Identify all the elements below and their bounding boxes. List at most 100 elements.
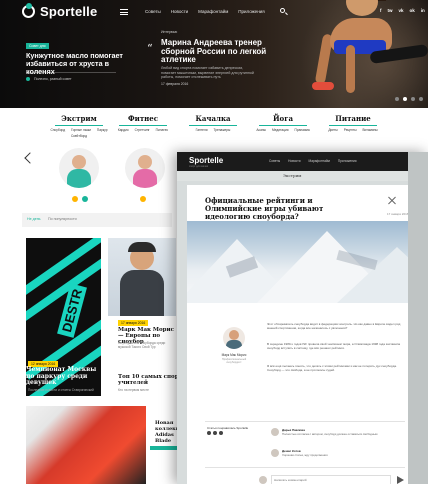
- facebook-icon[interactable]: f: [380, 8, 382, 13]
- category-sub-link[interactable]: Стретчинг: [135, 128, 150, 132]
- person-body: [133, 169, 157, 188]
- category-sub-link[interactable]: Тренажеры: [213, 128, 230, 132]
- news-text: За результаты сноуборда среди мужской Та…: [118, 341, 166, 349]
- nav-item-tips[interactable]: Советы: [269, 159, 280, 163]
- category-gym[interactable]: Качалка Гантели Тренажеры: [178, 114, 248, 132]
- slider-dot[interactable]: [419, 97, 423, 101]
- category-nutrition[interactable]: Питание Диеты Рецепты Витамины: [318, 114, 388, 132]
- category-image-fitness[interactable]: [125, 148, 165, 188]
- athlete-shoe: [312, 82, 334, 90]
- side-story-link[interactable]: Полезно, разный совет: [34, 77, 72, 81]
- category-sub-link[interactable]: Медитация: [272, 128, 289, 132]
- category-sub-link[interactable]: Диеты: [328, 128, 337, 132]
- menu-icon[interactable]: [120, 9, 128, 15]
- nav-item-marathon[interactable]: Марафонтайм: [198, 9, 228, 14]
- person-head: [138, 155, 152, 169]
- category-subs: Кардио Стретчинг Пилатес: [108, 128, 178, 132]
- social-links: f tw vk ok in: [380, 8, 425, 13]
- send-icon[interactable]: [397, 476, 404, 484]
- category-sub-link[interactable]: Пранаяма: [295, 128, 310, 132]
- page: Sportelle Советы Новости Марафонтайм При…: [0, 0, 428, 484]
- category-title: Питание: [335, 114, 371, 123]
- category-fitness[interactable]: Фитнес Кардио Стретчинг Пилатес: [108, 114, 178, 132]
- category-sub-link[interactable]: Сноуборд: [50, 128, 65, 132]
- facebook-icon[interactable]: [213, 431, 217, 435]
- category-subs: Асаны Медитация Пранаяма: [248, 128, 318, 132]
- vk-icon[interactable]: vk: [399, 8, 404, 13]
- hero-text: Любой вид спорта помогает избавить депре…: [161, 66, 254, 80]
- like-icon[interactable]: [140, 196, 146, 202]
- article-window: Sportelle спорт для жизни Советы Новости…: [177, 152, 428, 484]
- category-sub-link[interactable]: Скейтборд: [71, 134, 87, 138]
- author-name[interactable]: Марк Мак Морис: [217, 353, 251, 357]
- category-sub-link[interactable]: Пилатес: [156, 128, 168, 132]
- category-title: Фитнес: [127, 114, 158, 123]
- category-sub-link[interactable]: Горные лыжи: [71, 128, 91, 132]
- main-nav: Советы Новости Марафонтайм Приложения: [269, 159, 357, 163]
- news-title[interactable]: Топ 10 самых спор учителей: [118, 374, 180, 386]
- bulb-icon: [26, 77, 30, 81]
- search-icon[interactable]: [280, 8, 285, 13]
- sort-tabs: Не день По популярности: [22, 213, 172, 227]
- nav-item-tips[interactable]: Советы: [145, 9, 161, 14]
- athlete-arm: [346, 45, 355, 93]
- avatar[interactable]: [271, 428, 279, 436]
- slider-dot[interactable]: [411, 97, 415, 101]
- category-image-extreme[interactable]: [59, 148, 99, 188]
- category-sub-link[interactable]: Рецепты: [344, 128, 357, 132]
- logo[interactable]: Sportelle: [40, 4, 97, 19]
- category-sub-link[interactable]: Кардио: [118, 128, 129, 132]
- tab-popular[interactable]: По популярности: [48, 217, 77, 221]
- category-yoga[interactable]: Йога Асаны Медитация Пранаяма: [248, 114, 318, 132]
- logo-icon[interactable]: [22, 3, 35, 18]
- like-icon[interactable]: [72, 196, 78, 202]
- main-nav: Советы Новости Марафонтайм Приложения: [145, 9, 265, 14]
- divider: [205, 467, 405, 468]
- news-photo-snowboarder[interactable]: [108, 238, 176, 316]
- nav-item-news[interactable]: Новости: [288, 159, 300, 163]
- avatar[interactable]: [223, 327, 245, 349]
- divider: [119, 125, 167, 126]
- twitter-icon[interactable]: [219, 431, 223, 435]
- avatar[interactable]: [271, 449, 279, 457]
- category-subs: Сноуборд Горные лыжи Паркур Скейтборд: [44, 128, 114, 138]
- article-title: Официальные рейтинги и Олимпийские игры …: [205, 196, 324, 221]
- category-sub-link[interactable]: Асаны: [256, 128, 266, 132]
- chevron-left-icon[interactable]: [24, 152, 36, 164]
- slider-dot[interactable]: [395, 97, 399, 101]
- nav-item-apps[interactable]: Приложения: [238, 9, 264, 14]
- category-extreme[interactable]: Экстрим Сноуборд Горные лыжи Паркур Скей…: [44, 114, 114, 138]
- article-paragraph: Этот обозреватель сноуборда видит в феде…: [267, 322, 401, 330]
- person-body: [226, 340, 242, 349]
- article-card: Официальные рейтинги и Олимпийские игры …: [187, 185, 422, 484]
- slider-dot-active[interactable]: [403, 97, 407, 101]
- nav-item-marathon[interactable]: Марафонтайм: [309, 159, 330, 163]
- avatar: [259, 476, 267, 484]
- news-title[interactable]: Новая коллекция Adidas Blade: [155, 420, 187, 444]
- news-card-shoe[interactable]: [26, 406, 146, 484]
- comment-text: Хорошая статья, жду продолжения: [282, 453, 328, 457]
- logo[interactable]: Sportelle: [189, 156, 223, 165]
- news-title[interactable]: Чемпионат Москвы по паркуру среди девуше…: [26, 366, 98, 387]
- logo-tagline: спорт для жизни: [189, 165, 209, 168]
- twitter-icon[interactable]: tw: [388, 8, 393, 13]
- category-sub-link[interactable]: Гантели: [196, 128, 208, 132]
- divider: [259, 125, 307, 126]
- close-icon[interactable]: [387, 195, 397, 205]
- category-sub-link[interactable]: Паркур: [97, 128, 108, 132]
- divider: [189, 125, 237, 126]
- category-sub-link[interactable]: Витамины: [363, 128, 378, 132]
- comment-input[interactable]: [271, 475, 391, 484]
- comment-text: Полностью согласна с автором, сноуборд д…: [282, 432, 378, 436]
- tab-day[interactable]: Не день: [27, 217, 41, 221]
- instagram-icon[interactable]: in: [421, 8, 425, 13]
- vk-icon[interactable]: [207, 431, 211, 435]
- nav-item-apps[interactable]: Приложения: [338, 159, 357, 163]
- ok-icon[interactable]: ok: [410, 8, 415, 13]
- divider: [329, 125, 377, 126]
- category-title[interactable]: Экстрим: [283, 173, 301, 178]
- comment-icon[interactable]: [82, 196, 88, 202]
- accent-bar: [150, 446, 178, 450]
- hero-title[interactable]: Марина Андреева тренер сборной России по…: [161, 38, 267, 65]
- nav-item-news[interactable]: Новости: [171, 9, 188, 14]
